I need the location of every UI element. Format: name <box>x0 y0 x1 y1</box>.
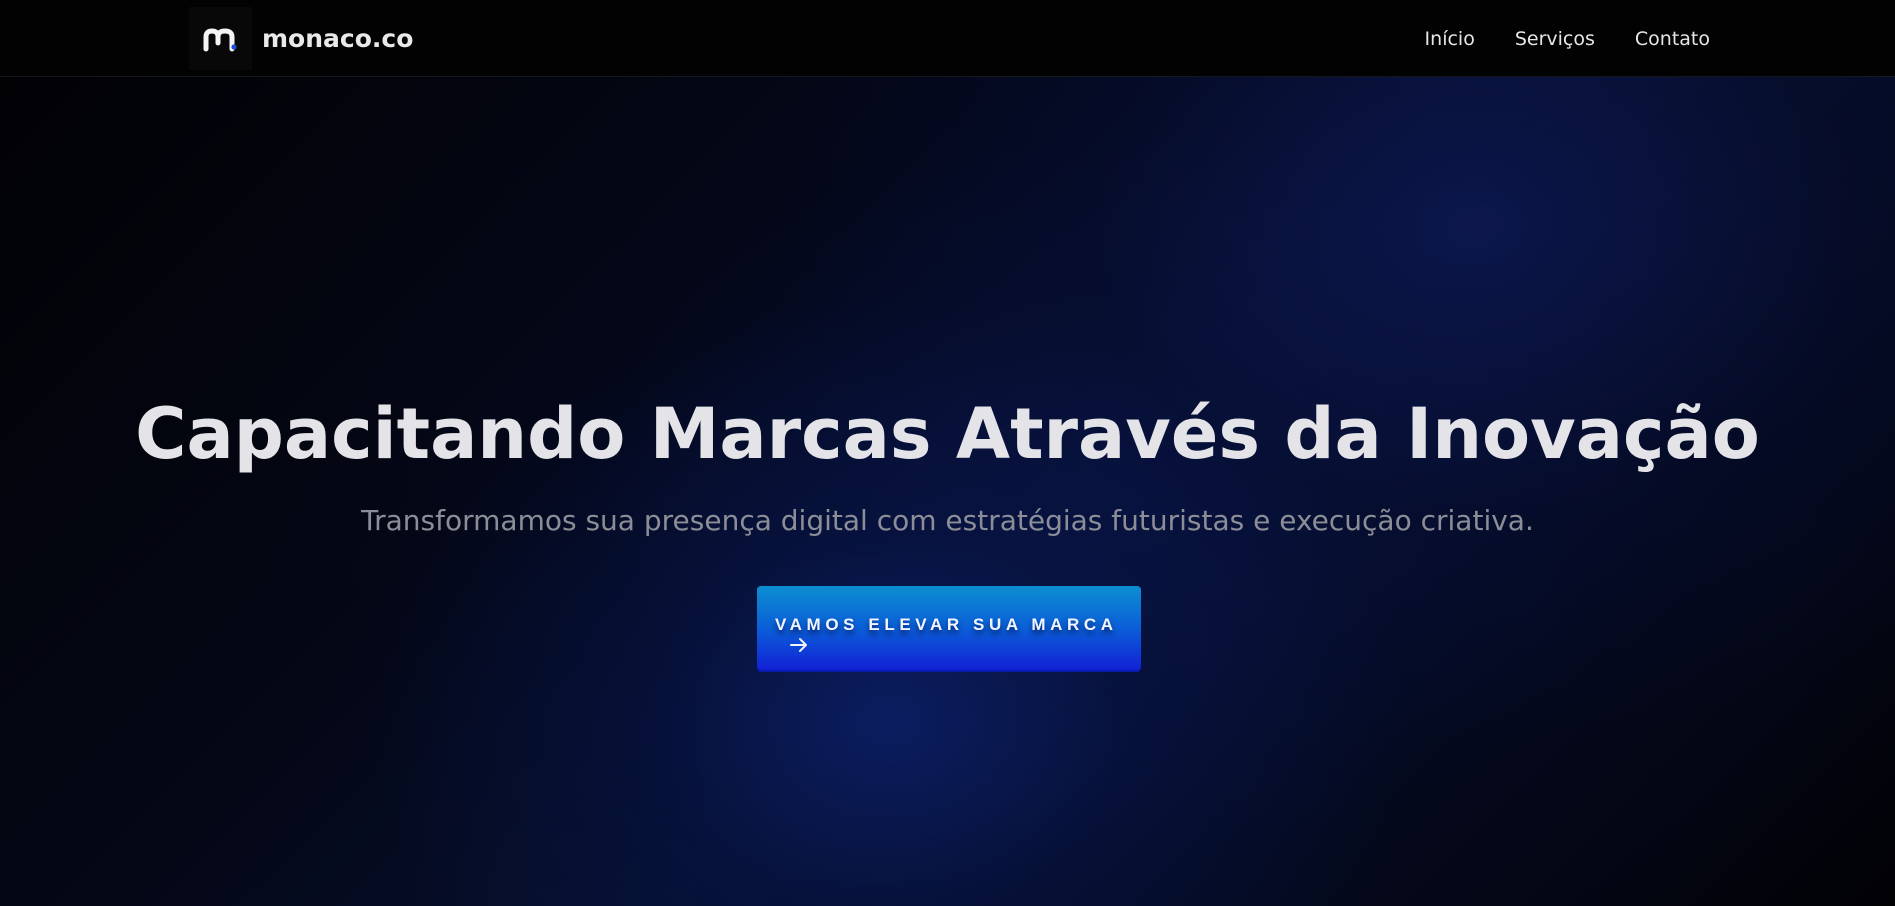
hero-subtitle: Transformamos sua presença digital com e… <box>361 504 1534 537</box>
brand-link[interactable]: monaco.co <box>189 7 413 70</box>
nav-link-servicos[interactable]: Serviços <box>1515 28 1595 50</box>
logo <box>189 7 252 70</box>
navbar: monaco.co Início Serviços Contato <box>0 0 1895 77</box>
hero-title: Capacitando Marcas Através da Inovação <box>135 393 1760 475</box>
nav-link-inicio[interactable]: Início <box>1425 28 1475 50</box>
cta-button[interactable]: VAMOS ELEVAR SUA MARCA <box>757 586 1141 670</box>
landing-page: monaco.co Início Serviços Contato Capaci… <box>0 0 1895 906</box>
cta-label: VAMOS ELEVAR SUA MARCA <box>775 615 1118 634</box>
nav-link-contato[interactable]: Contato <box>1635 28 1710 50</box>
main-nav: Início Serviços Contato <box>1425 0 1710 77</box>
brand-name: monaco.co <box>262 24 414 53</box>
arrow-right-icon <box>789 636 1123 658</box>
hero-section: Capacitando Marcas Através da Inovação T… <box>0 77 1895 906</box>
monaco-logo-icon <box>203 27 237 51</box>
